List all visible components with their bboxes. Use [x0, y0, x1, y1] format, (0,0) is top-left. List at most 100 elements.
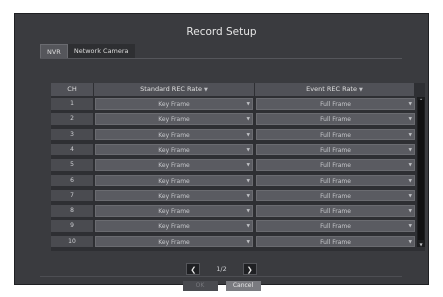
rec-rate-table-panel: CH Standard REC Rate ▼ Event REC Rate ▼ 1K… — [51, 83, 425, 251]
next-page-button[interactable]: ❯ — [242, 263, 257, 275]
event-rec-rate-dropdown[interactable]: Full Frame ▼ — [256, 174, 415, 187]
standard-rec-rate-dropdown[interactable]: Key Frame ▼ — [95, 205, 253, 217]
dropdown-value: Full Frame — [320, 101, 351, 108]
dialog-title: Record Setup — [186, 26, 257, 38]
dropdown-value: Key Frame — [158, 238, 190, 246]
dropdown-arrow-icon: ▼ — [246, 163, 250, 169]
event-rec-rate-dropdown[interactable]: Full Frame ▼ — [256, 143, 415, 156]
scrollbar-thumb[interactable] — [418, 100, 424, 240]
dropdown-value: Full Frame — [320, 223, 351, 231]
standard-rec-rate-dropdown[interactable]: Key Frame ▼ — [95, 128, 253, 141]
dropdown-value: Key Frame — [158, 223, 190, 231]
table-row: 9 Key Frame ▼ Full Frame ▼ — [51, 219, 415, 233]
table-row: 7 Key Frame ▼ Full Frame ▼ — [51, 189, 415, 203]
table-scrollbar[interactable]: ▲ ▼ — [417, 97, 425, 247]
channel-number: 3 — [51, 128, 93, 141]
dropdown-arrow-icon: ▼ — [408, 209, 412, 215]
dropdown-value: Key Frame — [158, 131, 190, 139]
dropdown-value: Key Frame — [158, 177, 190, 185]
dropdown-arrow-icon: ▼ — [408, 102, 412, 107]
scroll-down-icon[interactable]: ▼ — [417, 242, 425, 247]
dropdown-arrow-icon: ▼ — [408, 117, 412, 123]
channel-number: 6 — [51, 174, 93, 187]
event-rec-rate-dropdown[interactable]: Full Frame ▼ — [256, 220, 415, 232]
standard-rec-rate-dropdown[interactable]: Key Frame ▼ — [95, 143, 253, 156]
dropdown-arrow-icon: ▼ — [408, 178, 412, 184]
table-row: 1 Key Frame ▼ Full Frame ▼ — [51, 97, 415, 111]
tab-network-camera[interactable]: Network Camera — [67, 44, 135, 59]
tab-bar: NVR Network Camera — [40, 44, 135, 59]
event-rec-rate-dropdown[interactable]: Full Frame ▼ — [256, 235, 415, 248]
dropdown-arrow-icon: ▼ — [408, 132, 412, 138]
dropdown-arrow-icon: ▼ — [408, 224, 412, 230]
table-row: 2 Key Frame ▼ Full Frame ▼ — [51, 112, 415, 126]
event-rec-rate-dropdown[interactable]: Full Frame ▼ — [256, 205, 415, 217]
dropdown-value: Full Frame — [320, 192, 351, 200]
ok-button[interactable]: OK — [182, 281, 218, 291]
column-header-event-label: Event REC Rate — [306, 85, 357, 93]
channel-number: 10 — [51, 235, 93, 248]
event-rec-rate-dropdown[interactable]: Full Frame ▼ — [256, 159, 415, 171]
tab-nvr[interactable]: NVR — [40, 44, 68, 59]
dropdown-arrow-icon: ▼ — [408, 193, 412, 199]
dropdown-value: Key Frame — [158, 208, 190, 216]
event-rec-rate-dropdown[interactable]: Full Frame ▼ — [256, 189, 415, 202]
record-setup-dialog: Record Setup NVR Network Camera CH Stand… — [14, 13, 429, 291]
pagination: ❮ 1/2 ❯ — [15, 262, 428, 276]
event-rec-rate-dropdown[interactable]: Full Frame ▼ — [256, 128, 415, 141]
dropdown-value: Full Frame — [320, 177, 351, 185]
dropdown-arrow-icon: ▼ — [246, 224, 250, 230]
dropdown-value: Full Frame — [320, 146, 351, 154]
dropdown-value: Full Frame — [320, 131, 351, 139]
dropdown-value: Key Frame — [158, 146, 190, 154]
channel-number: 5 — [51, 159, 93, 171]
dropdown-arrow-icon: ▼ — [246, 239, 250, 245]
event-rec-rate-dropdown[interactable]: Full Frame ▼ — [256, 113, 415, 125]
standard-rec-rate-dropdown[interactable]: Key Frame ▼ — [95, 220, 253, 232]
table-row: 5 Key Frame ▼ Full Frame ▼ — [51, 158, 415, 172]
dropdown-arrow-icon: ▼ — [246, 178, 250, 184]
channel-number: 1 — [51, 98, 93, 110]
standard-rec-rate-dropdown[interactable]: Key Frame ▼ — [95, 189, 253, 202]
dropdown-value: Key Frame — [158, 192, 190, 200]
channel-number: 7 — [51, 189, 93, 202]
footer-divider — [40, 276, 402, 277]
dropdown-value: Key Frame — [158, 101, 190, 108]
table-row: 8 Key Frame ▼ Full Frame ▼ — [51, 204, 415, 218]
dropdown-value: Full Frame — [320, 238, 351, 246]
event-rec-rate-dropdown[interactable]: Full Frame ▼ — [256, 98, 415, 110]
caret-down-icon: ▼ — [358, 87, 363, 93]
table-row: 3 Key Frame ▼ Full Frame ▼ — [51, 128, 415, 142]
channel-number: 9 — [51, 220, 93, 232]
dropdown-value: Full Frame — [320, 116, 351, 124]
caret-down-icon: ▼ — [203, 87, 208, 93]
channel-number: 8 — [51, 205, 93, 217]
standard-rec-rate-dropdown[interactable]: Key Frame ▼ — [95, 174, 253, 187]
table-row: 4 Key Frame ▼ Full Frame ▼ — [51, 143, 415, 157]
dropdown-arrow-icon: ▼ — [246, 117, 250, 123]
previous-page-button[interactable]: ❮ — [186, 263, 201, 275]
chevron-right-icon: ❯ — [246, 266, 253, 274]
table-row: 10 Key Frame ▼ Full Frame ▼ — [51, 235, 415, 249]
standard-rec-rate-dropdown[interactable]: Key Frame ▼ — [95, 113, 253, 125]
dropdown-value: Key Frame — [158, 162, 190, 170]
dropdown-arrow-icon: ▼ — [246, 147, 250, 153]
column-header-ch-label: CH — [67, 85, 77, 93]
dialog-buttons: OK Cancel — [15, 281, 428, 291]
tab-divider — [40, 58, 402, 59]
standard-rec-rate-dropdown[interactable]: Key Frame ▼ — [95, 159, 253, 171]
channel-number: 4 — [51, 143, 93, 156]
standard-rec-rate-dropdown[interactable]: Key Frame ▼ — [95, 235, 253, 248]
standard-rec-rate-dropdown[interactable]: Key Frame ▼ — [95, 98, 253, 110]
dropdown-arrow-icon: ▼ — [246, 102, 250, 107]
dropdown-arrow-icon: ▼ — [408, 163, 412, 169]
column-header-standard-rec-rate[interactable]: Standard REC Rate ▼ — [94, 83, 255, 96]
dropdown-value: Full Frame — [320, 208, 351, 216]
dropdown-arrow-icon: ▼ — [246, 193, 250, 199]
chevron-left-icon: ❮ — [190, 266, 197, 274]
page-indicator: 1/2 — [216, 265, 227, 273]
column-header-event-rec-rate[interactable]: Event REC Rate ▼ — [255, 83, 415, 96]
channel-number: 2 — [51, 113, 93, 125]
cancel-button[interactable]: Cancel — [225, 281, 261, 291]
column-header-ch: CH — [51, 83, 94, 96]
